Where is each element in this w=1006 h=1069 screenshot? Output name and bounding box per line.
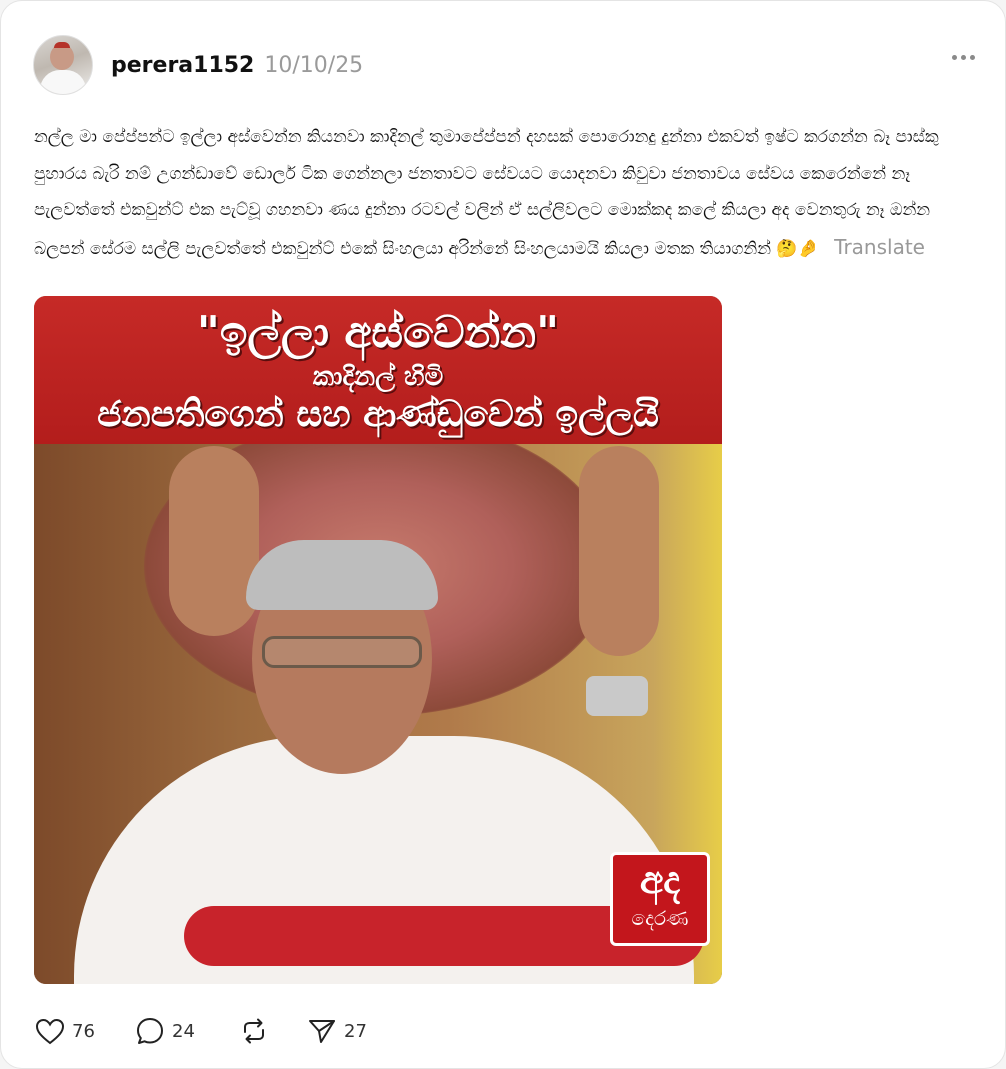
reply-count: 24 — [172, 1020, 195, 1042]
image-subheadline-2: ජනපතිගෙන් සහ ආණ්ඩුවෙන් ඉල්ලයි — [97, 394, 659, 435]
logo-top-text: අද — [639, 858, 681, 902]
news-channel-logo: අද දෙරණ — [610, 852, 710, 946]
translate-link[interactable]: Translate — [834, 235, 925, 259]
username[interactable]: perera1152 — [111, 53, 254, 78]
send-icon — [309, 1020, 335, 1043]
repost-icon — [244, 1018, 264, 1044]
raised-left-hand — [169, 446, 259, 636]
more-dot — [952, 55, 957, 60]
more-options-icon[interactable] — [952, 55, 975, 60]
wristwatch — [586, 676, 648, 716]
like-count: 76 — [72, 1020, 95, 1042]
post-text-block: නල්ල මා පේප්පන්ට ඉල්ලා අස්වෙන්න කියනවා ක… — [34, 119, 979, 267]
share-button[interactable]: 27 — [306, 1015, 367, 1047]
post-card: perera1152 10/10/25 නල්ල මා පේප්පන්ට ඉල්… — [0, 0, 1006, 1069]
avatar[interactable] — [33, 35, 93, 95]
image-subheadline: කාදිනල් හිමි — [312, 362, 444, 392]
heart-icon — [35, 1018, 65, 1045]
post-date[interactable]: 10/10/25 — [264, 53, 363, 78]
post-image[interactable]: "ඉල්ලා අස්වෙන්න" කාදිනල් හිමි ජනපතිගෙන් … — [34, 296, 722, 984]
person-hair — [246, 540, 438, 610]
share-count: 27 — [344, 1020, 367, 1042]
post-header: perera1152 10/10/25 — [33, 34, 363, 96]
more-dot — [961, 55, 966, 60]
repost-button[interactable] — [238, 1015, 306, 1047]
raised-right-hand — [579, 446, 659, 656]
like-button[interactable]: 76 — [34, 1016, 134, 1046]
action-bar: 76 24 27 — [34, 1013, 367, 1049]
image-banner: "ඉල්ලා අස්වෙන්න" කාදිනල් හිමි ජනපතිගෙන් … — [34, 296, 722, 444]
post-emojis: 🤔🤌 — [776, 238, 819, 259]
avatar-cap — [54, 42, 70, 48]
more-dot — [970, 55, 975, 60]
comment-icon — [137, 1018, 163, 1044]
reply-button[interactable]: 24 — [134, 1015, 238, 1047]
image-headline: "ඉල්ලා අස්වෙන්න" — [196, 307, 560, 358]
avatar-robe — [40, 70, 86, 94]
person-glasses — [262, 636, 422, 668]
logo-bottom-text: දෙරණ — [631, 906, 689, 930]
